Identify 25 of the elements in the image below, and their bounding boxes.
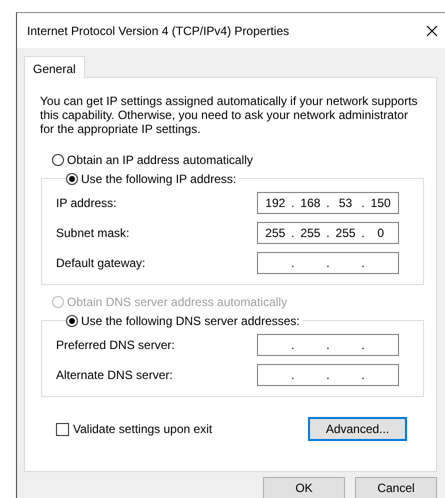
tab[interactable]: General	[24, 56, 85, 78]
ip-address-field[interactable]: . . .	[257, 364, 399, 386]
ip-address-field[interactable]: 255 . 255 . 255 . 0	[257, 222, 399, 244]
radio-label[interactable]: Use the following IP address:	[81, 172, 236, 186]
radio-button[interactable]	[66, 173, 78, 185]
field-label: Alternate DNS server:	[56, 368, 173, 382]
field-label: Default gateway:	[56, 256, 146, 270]
field-label: Preferred DNS server:	[56, 338, 175, 352]
radio-button[interactable]	[52, 154, 64, 166]
checkbox[interactable]	[56, 422, 69, 436]
field-label: Subnet mask:	[56, 226, 130, 240]
radio-label[interactable]: Use the following DNS server addresses:	[81, 314, 300, 328]
radio-button[interactable]	[66, 315, 78, 327]
field-label: IP address:	[56, 196, 116, 210]
close-icon[interactable]	[426, 24, 438, 36]
radio-label[interactable]: Obtain an IP address automatically	[67, 153, 253, 167]
cancel-button[interactable]: Cancel	[355, 477, 437, 498]
advanced-button[interactable]: Advanced...	[308, 417, 407, 441]
ip-address-field[interactable]: . . .	[257, 334, 399, 356]
checkbox-label[interactable]: Validate settings upon exit	[73, 422, 212, 436]
ip-address-field[interactable]: . . .	[257, 252, 399, 274]
ok-button[interactable]: OK	[263, 477, 345, 498]
window-title: Internet Protocol Version 4 (TCP/IPv4) Properties	[27, 24, 290, 38]
ip-address-field[interactable]: 192 . 168 . 53 . 150	[257, 192, 399, 214]
description-text: You can get IP settings assigned automatically if your network supports this capability. Otherwise, you need to ask your network administrator for the appropriate IP settings.	[40, 94, 419, 136]
